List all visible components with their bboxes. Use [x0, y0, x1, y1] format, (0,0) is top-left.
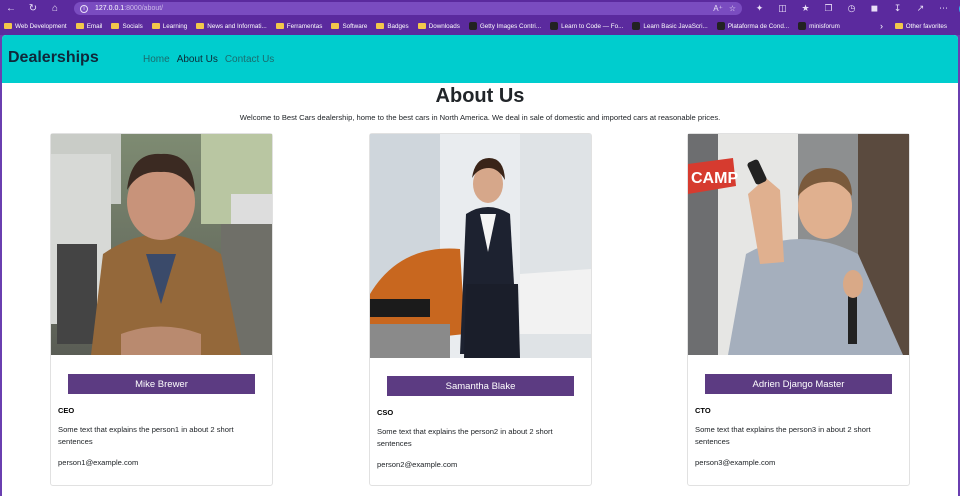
- history-icon[interactable]: ◷: [840, 3, 863, 14]
- bookmark-item[interactable]: Software: [331, 23, 367, 30]
- refresh-icon[interactable]: ↻: [22, 0, 44, 17]
- bookmark-label: Plataforma de Cond...: [727, 22, 790, 30]
- folder-icon: [75, 23, 84, 29]
- bookmark-label: Ferramentas: [286, 22, 323, 30]
- folder-icon: [275, 23, 284, 29]
- nav-link-contact[interactable]: Contact Us: [225, 54, 274, 65]
- extension-puzzle-icon[interactable]: ◼: [863, 3, 886, 14]
- intro-text: Welcome to Best Cars dealership, home to…: [239, 113, 721, 122]
- person-name-bar: Adrien Django Master: [705, 374, 892, 394]
- home-icon[interactable]: ⌂: [44, 0, 66, 17]
- bookmark-item[interactable]: Email: [75, 22, 103, 30]
- folder-icon: [331, 23, 340, 29]
- split-screen-icon[interactable]: ◫: [771, 3, 794, 14]
- back-icon[interactable]: ←: [0, 0, 22, 17]
- person-photo: CAMP: [688, 134, 909, 355]
- bookmark-item[interactable]: Learn Basic JavaScri...: [632, 22, 708, 30]
- bookmark-item[interactable]: Downloads: [417, 22, 460, 30]
- folder-icon: [894, 23, 903, 29]
- nav-link-home[interactable]: Home: [143, 54, 170, 65]
- nav-link-about[interactable]: About Us: [177, 54, 218, 65]
- team-card: CAMP Adrien Django Master CTO Some text …: [687, 133, 910, 486]
- read-aloud-icon[interactable]: A⁺: [713, 4, 723, 13]
- site-favicon-icon: [468, 22, 477, 30]
- site-favicon-icon: [550, 22, 559, 30]
- person-photo: [51, 134, 272, 355]
- site-navbar: Dealerships Home About Us Contact Us: [2, 35, 958, 83]
- bookmark-label: Learn to Code — Fo...: [561, 22, 624, 30]
- bookmarks-overflow-icon[interactable]: ›: [880, 17, 883, 35]
- bookmark-label: Downloads: [428, 22, 460, 30]
- bookmark-label: minisforum: [809, 22, 840, 30]
- bookmark-label: Software: [342, 22, 368, 30]
- bookmark-label: Socials: [122, 22, 143, 30]
- person-name-bar: Mike Brewer: [68, 374, 255, 394]
- person-description: Some text that explains the person2 in a…: [377, 427, 553, 448]
- browser-toolbar: ← ↻ ⌂ i 127.0.0.1:8000/about/ A⁺ ☆ ✦ ◫ ★…: [0, 0, 960, 17]
- favorite-star-icon[interactable]: ☆: [729, 4, 736, 13]
- bookmark-item[interactable]: Plataforma de Cond...: [716, 22, 790, 30]
- folder-icon: [196, 23, 205, 29]
- bookmark-label: Learning: [162, 22, 188, 30]
- folder-icon: [376, 23, 385, 29]
- bookmarks-bar: Web Development Email Socials Learning News …: [0, 17, 960, 35]
- person-name-bar: Samantha Blake: [387, 376, 574, 396]
- person-photo: [370, 134, 591, 358]
- camp-sign-text: CAMP: [691, 170, 738, 187]
- person-description: Some text that explains the person3 in a…: [695, 425, 871, 446]
- extensions-icon[interactable]: ✦: [748, 3, 771, 14]
- favorites-icon[interactable]: ★: [794, 3, 817, 14]
- site-favicon-icon: [716, 22, 725, 30]
- page-viewport: Dealerships Home About Us Contact Us Abo…: [2, 35, 958, 496]
- person-role: CTO: [695, 406, 711, 415]
- folder-icon: [111, 23, 120, 29]
- person-role: CEO: [58, 406, 75, 415]
- site-favicon-icon: [798, 22, 807, 30]
- collections-icon[interactable]: ❐: [817, 3, 840, 14]
- bookmark-item[interactable]: Ferramentas: [275, 22, 323, 30]
- bookmark-item[interactable]: News and Informati...: [196, 23, 267, 30]
- bookmark-label: News and Informati...: [207, 22, 267, 30]
- folder-icon: [417, 23, 426, 29]
- folder-icon: [151, 23, 160, 29]
- downloads-icon[interactable]: ↧: [886, 3, 909, 14]
- site-info-icon[interactable]: i: [80, 4, 88, 13]
- brand-logo[interactable]: Dealerships: [8, 49, 99, 67]
- bookmark-item[interactable]: Learning: [151, 22, 188, 30]
- folder-icon: [4, 23, 12, 29]
- bookmark-label: Learn Basic JavaScri...: [643, 22, 708, 30]
- nav-links: Home About Us Contact Us: [143, 54, 274, 65]
- other-favorites-label: Other favorites: [905, 22, 947, 30]
- bookmark-item[interactable]: Badges: [376, 22, 409, 30]
- person-description: Some text that explains the person1 in a…: [58, 425, 234, 446]
- bookmark-label: Email: [86, 22, 103, 30]
- share-icon[interactable]: ↗: [909, 3, 932, 14]
- address-bar[interactable]: i 127.0.0.1:8000/about/ A⁺ ☆: [74, 2, 742, 15]
- bookmark-label: Web Development: [15, 22, 67, 30]
- bookmark-item[interactable]: Getty Images Contri...: [468, 22, 542, 30]
- other-favorites[interactable]: Other favorites: [894, 17, 947, 35]
- bookmark-item[interactable]: Web Development: [4, 23, 67, 30]
- bookmark-label: Getty Images Contri...: [479, 22, 542, 30]
- bookmark-item[interactable]: minisforum: [798, 22, 840, 30]
- person-email: person3@example.com: [695, 458, 776, 467]
- team-card: Mike Brewer CEO Some text that explains …: [50, 133, 273, 486]
- site-favicon-icon: [632, 22, 641, 30]
- page-title: About Us: [435, 85, 525, 107]
- bookmark-label: Badges: [387, 22, 409, 30]
- person-email: person1@example.com: [58, 458, 139, 467]
- more-menu-icon[interactable]: ⋯: [932, 3, 955, 14]
- bookmark-item[interactable]: Learn to Code — Fo...: [550, 22, 623, 30]
- url-text[interactable]: 127.0.0.1:8000/about/: [95, 5, 163, 12]
- person-email: person2@example.com: [377, 460, 458, 469]
- person-role: CSO: [377, 408, 394, 417]
- bookmark-item[interactable]: Socials: [111, 22, 143, 30]
- team-card: Samantha Blake CSO Some text that explai…: [369, 133, 592, 486]
